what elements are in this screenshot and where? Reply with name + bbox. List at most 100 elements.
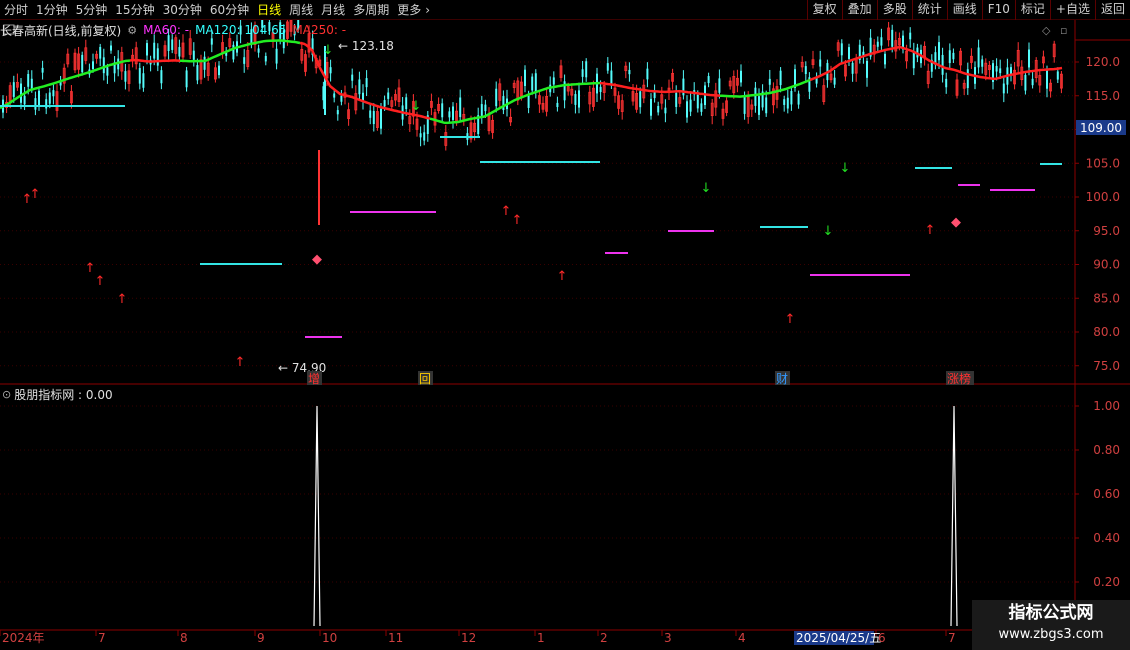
ma-line-green [179, 39, 301, 63]
candle-body [124, 71, 127, 82]
ma-line-red [129, 58, 181, 63]
candle-body [372, 111, 375, 125]
collapse-circle-icon[interactable]: ⊙ [2, 388, 11, 401]
indicator-spike [313, 405, 321, 627]
buy-arrow-icon: ↑ [235, 355, 246, 370]
candle-body [758, 96, 760, 115]
candle-body [768, 78, 771, 85]
period-tab[interactable]: 15分钟 [111, 0, 158, 20]
period-tab[interactable]: 分时 [0, 0, 32, 20]
buy-arrow-icon: ↑ [512, 213, 523, 228]
buy-arrow-icon: ↑ [30, 187, 41, 202]
sell-arrow-icon: ↓ [411, 99, 422, 114]
ma120-value: MA120: 104.65 [195, 23, 287, 37]
candle-body [441, 103, 444, 118]
toolbar-button[interactable]: 画线 [946, 0, 982, 20]
buy-arrow-icon: ↑ [501, 204, 512, 219]
candle-body [232, 44, 235, 60]
candle-body [20, 83, 22, 103]
candle-body [160, 70, 163, 84]
candle-body [840, 43, 843, 56]
toolbar-button[interactable]: 复权 [806, 0, 842, 20]
candle-body [524, 69, 526, 86]
price-tick-label: 100.0 [1086, 190, 1120, 204]
candle-body [156, 48, 159, 66]
candle-body [383, 100, 386, 107]
buy-arrow-icon: ↑ [117, 292, 128, 307]
candle-body [142, 73, 145, 88]
candle-body [646, 68, 649, 80]
candle-body [257, 48, 260, 53]
period-tab[interactable]: 多周期 [349, 0, 393, 20]
chevron-right-icon[interactable]: › [421, 0, 434, 20]
candle-body [700, 103, 703, 112]
event-badge-label[interactable]: 涨榜 [947, 371, 971, 386]
candle-body [1031, 78, 1034, 86]
candle-body [574, 94, 577, 105]
period-tab[interactable]: 5分钟 [72, 0, 112, 20]
ma60-value: MA60: - [143, 23, 190, 37]
sub-tick-label: 0.20 [1093, 575, 1120, 589]
high-price-label: ← 123.18 [338, 39, 394, 53]
candle-body [92, 61, 94, 70]
settings-gear-icon[interactable]: ⚙ [127, 24, 137, 37]
candle-body [52, 90, 55, 97]
watermark: 指标公式网 www.zbgs3.com [972, 600, 1130, 650]
candle-body [153, 42, 156, 59]
period-tab[interactable]: 60分钟 [206, 0, 253, 20]
candle-body [243, 57, 246, 64]
watermark-url: www.zbgs3.com [998, 627, 1104, 642]
candle-body [606, 63, 609, 71]
candle-body [783, 99, 786, 105]
period-tab[interactable]: 周线 [285, 0, 317, 20]
chart-info-bar: 长春高新(日线,前复权) ⚙ MA60: - MA120: 104.65 MA2… [0, 20, 1075, 40]
price-tick-label: 90.0 [1093, 258, 1120, 272]
period-tab[interactable]: 月线 [317, 0, 349, 20]
watermark-title: 指标公式网 [1008, 603, 1094, 623]
candle-body [977, 47, 980, 68]
sub-panel-info: ⊙ 股朋指标网 : 0.00 [2, 386, 113, 402]
time-label: 7 [98, 631, 106, 645]
period-tab[interactable]: 30分钟 [159, 0, 206, 20]
candle-body [1056, 71, 1059, 80]
candle-body [452, 106, 454, 120]
toolbar-button[interactable]: 多股 [876, 0, 912, 20]
toolbar-button[interactable]: 返回 [1094, 0, 1130, 20]
chart-canvas[interactable]: 120.0115.0110.0105.0100.095.090.085.080.… [0, 0, 1130, 650]
candle-body [192, 50, 195, 60]
current-price-label: 109.00 [1080, 121, 1122, 135]
candle-body [146, 43, 148, 56]
time-label: 9 [257, 631, 265, 645]
candle-body [196, 65, 199, 81]
sub-tick-label: 0.40 [1093, 531, 1120, 545]
candle-body [912, 51, 915, 69]
toolbar-button[interactable]: F10 [981, 0, 1015, 20]
toolbar-button[interactable]: 标记 [1014, 0, 1050, 20]
sell-arrow-icon: ↓ [840, 161, 851, 176]
candle-body [34, 98, 37, 110]
candle-body [948, 50, 951, 64]
toolbar-button[interactable]: 统计 [911, 0, 947, 20]
candle-body [351, 74, 354, 81]
candle-body [502, 96, 505, 111]
indicator-spike [950, 405, 958, 627]
diamond-signal-icon: ◆ [951, 215, 961, 230]
candle-body [941, 54, 944, 75]
event-badge-label[interactable]: 回 [419, 372, 431, 386]
candle-body [819, 59, 822, 67]
time-label: 11 [388, 631, 403, 645]
candle-body [448, 111, 451, 118]
toolbar-button[interactable]: 叠加 [841, 0, 877, 20]
period-tab[interactable]: 1分钟 [32, 0, 72, 20]
candle-body [718, 78, 721, 93]
candle-body [106, 67, 109, 76]
candle-body [102, 57, 105, 74]
period-tab[interactable]: 日线 [253, 0, 285, 20]
event-badge-label[interactable]: 财 [776, 372, 788, 386]
toolbar-button[interactable]: +自选 [1049, 0, 1095, 20]
buy-arrow-icon: ↑ [785, 312, 796, 327]
candle-body [653, 92, 656, 99]
candle-body [650, 98, 652, 116]
event-badge-label[interactable]: 增 [308, 372, 320, 386]
time-label: 2024年 [2, 631, 45, 645]
